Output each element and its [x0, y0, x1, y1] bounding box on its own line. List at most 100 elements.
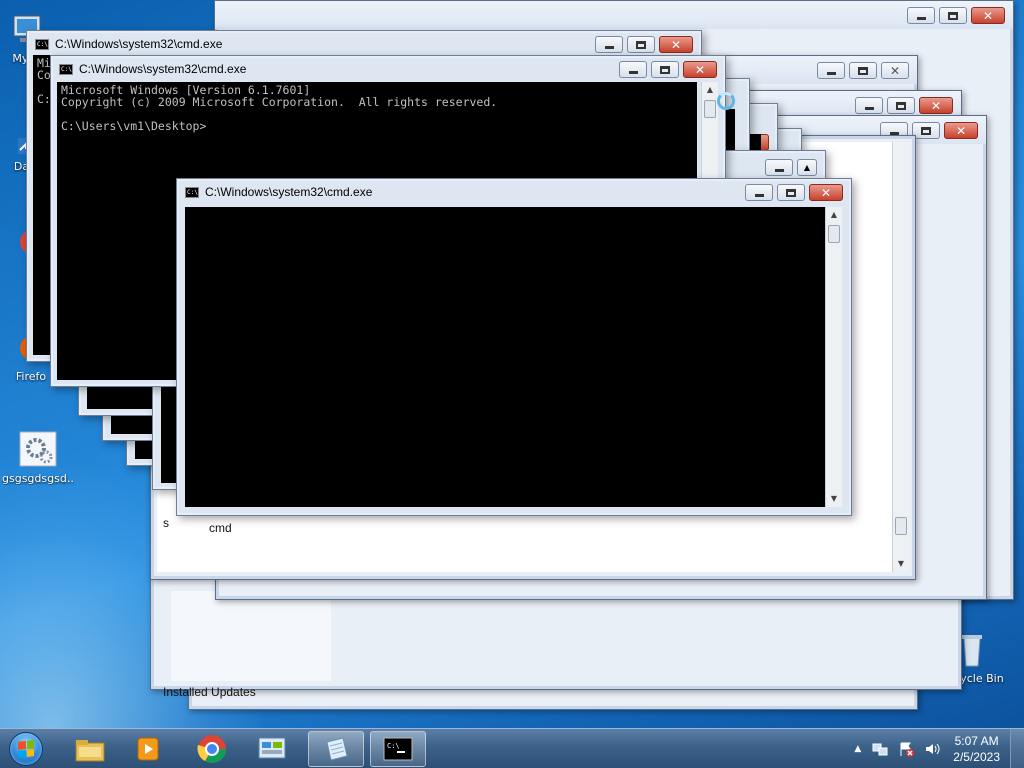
window-title: C:\ C:\Windows\system32\cmd.exe [185, 184, 372, 200]
minimize-button[interactable] [817, 62, 845, 79]
minimize-icon [774, 169, 784, 172]
window-title: C:\ C:\Windows\system32\cmd.exe [59, 61, 246, 77]
show-desktop-button[interactable] [1010, 729, 1024, 768]
system-tray: ▲ 5:07 AM 2/5/2023 [854, 729, 1024, 768]
windows-orb-icon [9, 732, 43, 766]
media-player-icon [137, 737, 159, 761]
volume-icon[interactable] [924, 741, 940, 757]
cmd-icon: C:\ [59, 63, 73, 75]
maximize-button[interactable] [939, 7, 967, 24]
minimize-button[interactable] [765, 159, 793, 176]
action-center-flag-icon[interactable] [898, 741, 915, 757]
window-frame [215, 1, 1013, 29]
folder-icon [75, 740, 105, 762]
close-button[interactable]: ✕ [881, 62, 909, 79]
minimize-button[interactable] [595, 36, 623, 53]
cmd-icon: C:\ [185, 186, 199, 198]
network-icon[interactable] [872, 741, 888, 757]
maximize-icon [636, 40, 646, 49]
chevron-up-icon: ▲ [803, 163, 811, 172]
close-button[interactable]: ✕ [659, 36, 693, 53]
close-icon: ✕ [820, 185, 832, 200]
minimize-icon [864, 107, 874, 110]
minimize-icon [826, 72, 836, 75]
maximize-button[interactable] [849, 62, 877, 79]
close-button[interactable]: ✕ [971, 7, 1005, 24]
taskbar-media-player[interactable] [120, 731, 176, 767]
minimize-button[interactable] [907, 7, 935, 24]
scrollbar-thumb[interactable] [895, 517, 907, 535]
scroll-up-arrow[interactable]: ▲ [826, 207, 842, 223]
window-title-text: C:\Windows\system32\cmd.exe [55, 37, 223, 51]
minimize-icon [916, 17, 926, 20]
desktop-icon-label: Firefo [15, 370, 47, 383]
minimize-icon [754, 194, 764, 197]
close-button[interactable]: ✕ [683, 61, 717, 78]
window-controls: ▲ [765, 159, 817, 176]
clock-date: 2/5/2023 [953, 750, 1000, 764]
console-prompt: C:\Users\vm1\Desktop> [61, 119, 207, 133]
maximize-button[interactable] [777, 184, 805, 201]
close-icon: ✕ [982, 8, 994, 23]
taskbar-explorer[interactable] [62, 731, 118, 767]
desktop-icon-setup[interactable]: gsgsgdsgsd... [2, 430, 74, 485]
scroll-down-arrow[interactable]: ▼ [826, 491, 842, 507]
show-hidden-icons-chevron-icon[interactable]: ▲ [854, 744, 861, 754]
clock[interactable]: 5:07 AM 2/5/2023 [953, 733, 1000, 765]
maximize-icon [948, 11, 958, 20]
scroll-down-arrow[interactable]: ▼ [893, 556, 909, 572]
minimize-button[interactable] [855, 97, 883, 114]
minimize-icon [628, 71, 638, 74]
scroll-up-arrow[interactable]: ▲ [702, 82, 718, 98]
close-button[interactable]: ✕ [944, 122, 978, 139]
list-item-text: s [163, 516, 169, 530]
minimize-button[interactable] [745, 184, 773, 201]
busy-cursor-icon [717, 92, 735, 110]
installed-updates-label[interactable]: Installed Updates [163, 685, 256, 699]
scrollbar-thumb[interactable] [704, 100, 716, 118]
close-button[interactable]: ✕ [809, 184, 843, 201]
notepad-icon [326, 737, 348, 761]
console-line: Copyright (c) 2009 Microsoft Corporation… [61, 95, 498, 109]
maximize-icon [786, 188, 796, 197]
cmd-icon: C:\ [383, 737, 413, 761]
close-icon: ✕ [670, 37, 682, 52]
maximize-button[interactable] [627, 36, 655, 53]
vertical-scrollbar[interactable]: ▲ ▼ [825, 207, 842, 507]
window-controls: ✕ [745, 184, 843, 201]
maximize-icon [921, 126, 931, 135]
maximize-button[interactable] [887, 97, 915, 114]
taskbar: C:\ ▲ 5:07 AM 2/5/2023 [0, 728, 1024, 768]
taskbar-control-panel[interactable] [244, 731, 300, 767]
scrollbar-thumb[interactable] [828, 225, 840, 243]
window-controls: ✕ [619, 61, 717, 78]
minimize-icon [604, 46, 614, 49]
maximize-button[interactable] [651, 61, 679, 78]
cmd-window-front[interactable]: C:\ C:\Windows\system32\cmd.exe ✕ ▲ ▼ [176, 178, 852, 516]
close-icon: ✕ [955, 123, 967, 138]
maximize-button[interactable] [912, 122, 940, 139]
maximize-icon [660, 65, 670, 74]
window-controls: ✕ [817, 62, 909, 79]
cmd-icon: C:\ [35, 38, 49, 50]
taskbar-notepad[interactable] [308, 731, 364, 767]
minimize-button[interactable] [619, 61, 647, 78]
scroll-up-arrow[interactable]: ▲ [797, 159, 817, 176]
taskbar-chrome[interactable] [184, 731, 240, 767]
window-controls: ✕ [595, 36, 693, 53]
desktop-icon-label: gsgsgdsgsd... [2, 472, 74, 485]
vertical-scrollbar[interactable]: ▼ [892, 142, 909, 572]
taskbar-cmd[interactable]: C:\ [370, 731, 426, 767]
close-icon: ✕ [694, 62, 706, 77]
close-button[interactable]: ✕ [919, 97, 953, 114]
close-icon: ✕ [930, 98, 942, 113]
console-output[interactable] [185, 207, 825, 507]
maximize-icon [896, 101, 906, 110]
start-button[interactable] [4, 731, 48, 767]
chrome-icon [197, 735, 226, 763]
clock-time: 5:07 AM [954, 734, 999, 748]
list-item-cmd[interactable]: cmd [209, 521, 232, 535]
setup-gear-icon [18, 430, 58, 470]
window-controls: ✕ [855, 97, 953, 114]
sidebar-pane [171, 591, 331, 681]
